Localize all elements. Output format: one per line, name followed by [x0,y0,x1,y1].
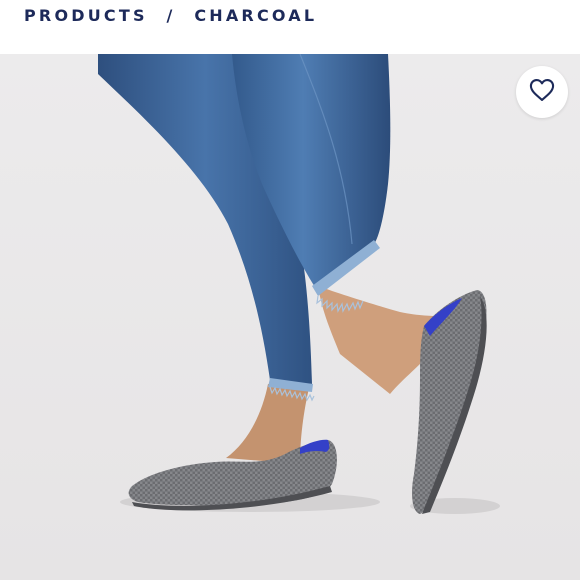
product-photo-illustration [0,54,580,580]
breadcrumb-current-item: CHARCOAL [194,6,318,25]
favorite-button[interactable] [516,66,568,118]
breadcrumb-trail: PRODUCTS / CHARCOAL [24,6,317,25]
breadcrumb: PRODUCTS / CHARCOAL [0,0,580,54]
breadcrumb-separator: / [166,6,176,25]
breadcrumb-products-link[interactable]: PRODUCTS [24,6,148,25]
product-image[interactable] [0,54,580,580]
heart-outline-icon [528,76,556,109]
